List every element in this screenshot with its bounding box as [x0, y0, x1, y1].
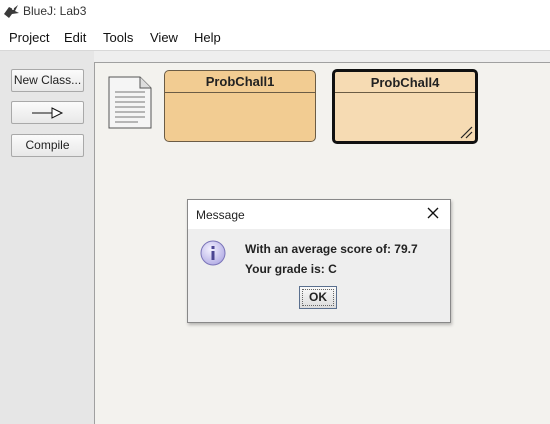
class-name: ProbChall1 [205, 74, 275, 89]
ok-button[interactable]: OK [299, 286, 337, 309]
dialog-titlebar: Message [188, 200, 450, 229]
menu-help[interactable]: Help [194, 30, 221, 45]
window-title: BlueJ: Lab3 [23, 4, 87, 18]
new-uses-arrow-button[interactable] [11, 101, 84, 124]
window-titlebar: BlueJ: Lab3 [0, 0, 550, 24]
readme-document-icon[interactable] [108, 76, 152, 129]
class-name: ProbChall4 [370, 75, 440, 90]
message-line-1: With an average score of: 79.7 [245, 242, 418, 256]
compile-button[interactable]: Compile [11, 134, 84, 157]
resize-handle-icon[interactable] [459, 125, 473, 139]
dialog-title: Message [196, 208, 245, 222]
new-class-button[interactable]: New Class... [11, 69, 84, 92]
class-probchall4[interactable]: ProbChall4 [332, 69, 478, 144]
menu-project[interactable]: Project [9, 30, 49, 45]
menu-view[interactable]: View [150, 30, 178, 45]
message-dialog: Message With an average score of: 79.7 Y… [187, 199, 451, 323]
menu-bar: Project Edit Tools View Help [0, 24, 550, 51]
bluej-bird-icon [4, 5, 19, 18]
class-separator [165, 92, 315, 93]
menu-edit[interactable]: Edit [64, 30, 86, 45]
menu-tools[interactable]: Tools [103, 30, 133, 45]
class-separator [335, 92, 475, 93]
close-icon[interactable] [426, 206, 440, 220]
message-line-2: Your grade is: C [245, 262, 337, 276]
info-icon [200, 240, 226, 266]
class-probchall1[interactable]: ProbChall1 [164, 70, 316, 142]
arrow-icon [32, 107, 64, 119]
